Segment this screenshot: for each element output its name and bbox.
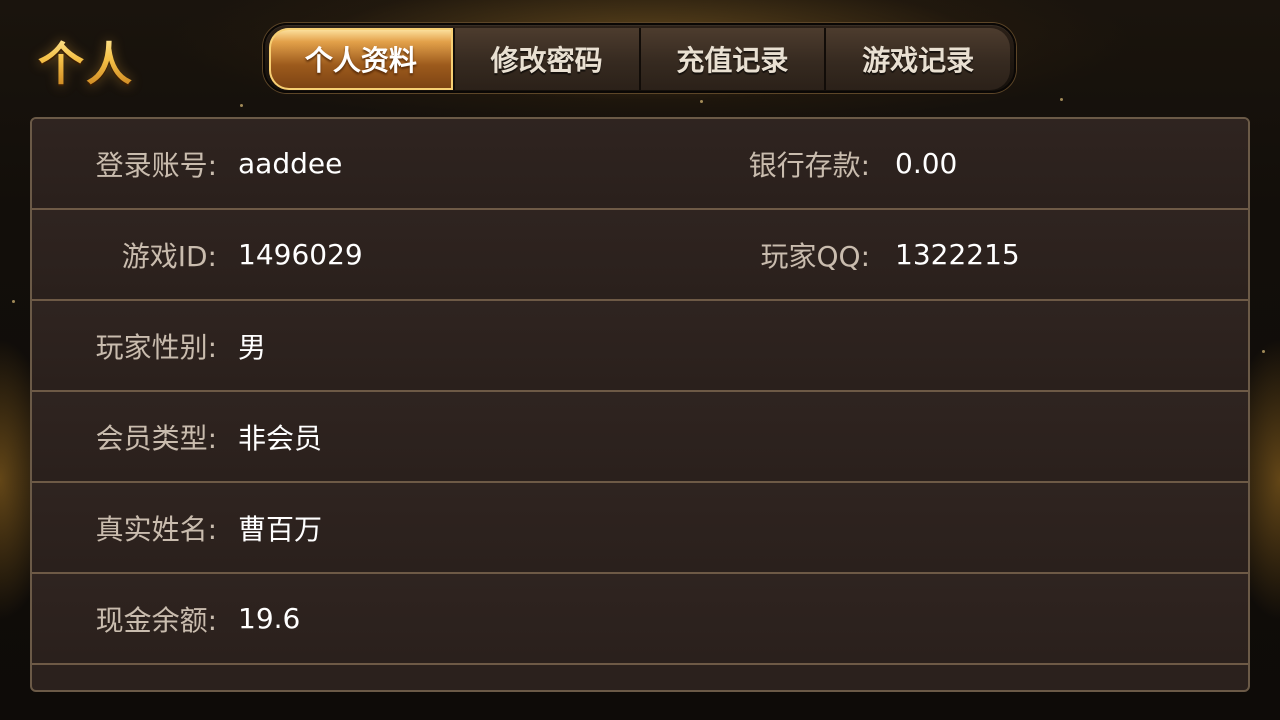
sparkle-decoration: [240, 104, 243, 107]
membership-label: 会员类型:: [95, 421, 217, 455]
cash-balance-value: 19.6: [238, 602, 301, 635]
membership-value: 非会员: [238, 421, 323, 455]
real-name-label: 真实姓名:: [95, 512, 217, 546]
bank-deposit-label: 银行存款:: [748, 148, 870, 182]
cash-balance-label: 现金余额:: [95, 603, 217, 637]
gender-value: 男: [238, 330, 267, 364]
sparkle-decoration: [700, 100, 703, 103]
sparkle-decoration: [12, 300, 15, 303]
profile-row-account: 登录账号: aaddee 银行存款: 0.00: [32, 119, 1248, 210]
profile-row-game-id: 游戏ID: 1496029 玩家QQ: 1322215: [32, 210, 1248, 301]
gender-label: 玩家性别:: [95, 330, 217, 364]
bank-deposit-value: 0.00: [895, 147, 958, 180]
tab-recharge-records[interactable]: 充值记录: [638, 28, 825, 90]
game-id-value: 1496029: [238, 238, 363, 271]
account-label: 登录账号:: [95, 148, 217, 182]
profile-row-cash-balance: 现金余额: 19.6: [32, 574, 1248, 665]
game-id-label: 游戏ID:: [121, 239, 217, 273]
tab-bar: 个人资料 修改密码 充值记录 游戏记录: [263, 23, 1016, 93]
tab-game-records[interactable]: 游戏记录: [824, 28, 1010, 90]
real-name-value: 曹百万: [238, 512, 323, 546]
sparkle-decoration: [1262, 350, 1265, 353]
profile-row-real-name: 真实姓名: 曹百万: [32, 483, 1248, 574]
tab-profile[interactable]: 个人资料: [269, 28, 453, 90]
tab-change-password[interactable]: 修改密码: [452, 28, 639, 90]
page-title: 个人: [38, 28, 134, 94]
player-qq-label: 玩家QQ:: [760, 239, 870, 273]
profile-row-membership: 会员类型: 非会员: [32, 392, 1248, 483]
profile-row-gender: 玩家性别: 男: [32, 301, 1248, 392]
profile-panel: 登录账号: aaddee 银行存款: 0.00 游戏ID: 1496029 玩家…: [30, 117, 1250, 692]
account-value: aaddee: [238, 147, 343, 180]
sparkle-decoration: [1060, 98, 1063, 101]
player-qq-value: 1322215: [895, 238, 1020, 271]
